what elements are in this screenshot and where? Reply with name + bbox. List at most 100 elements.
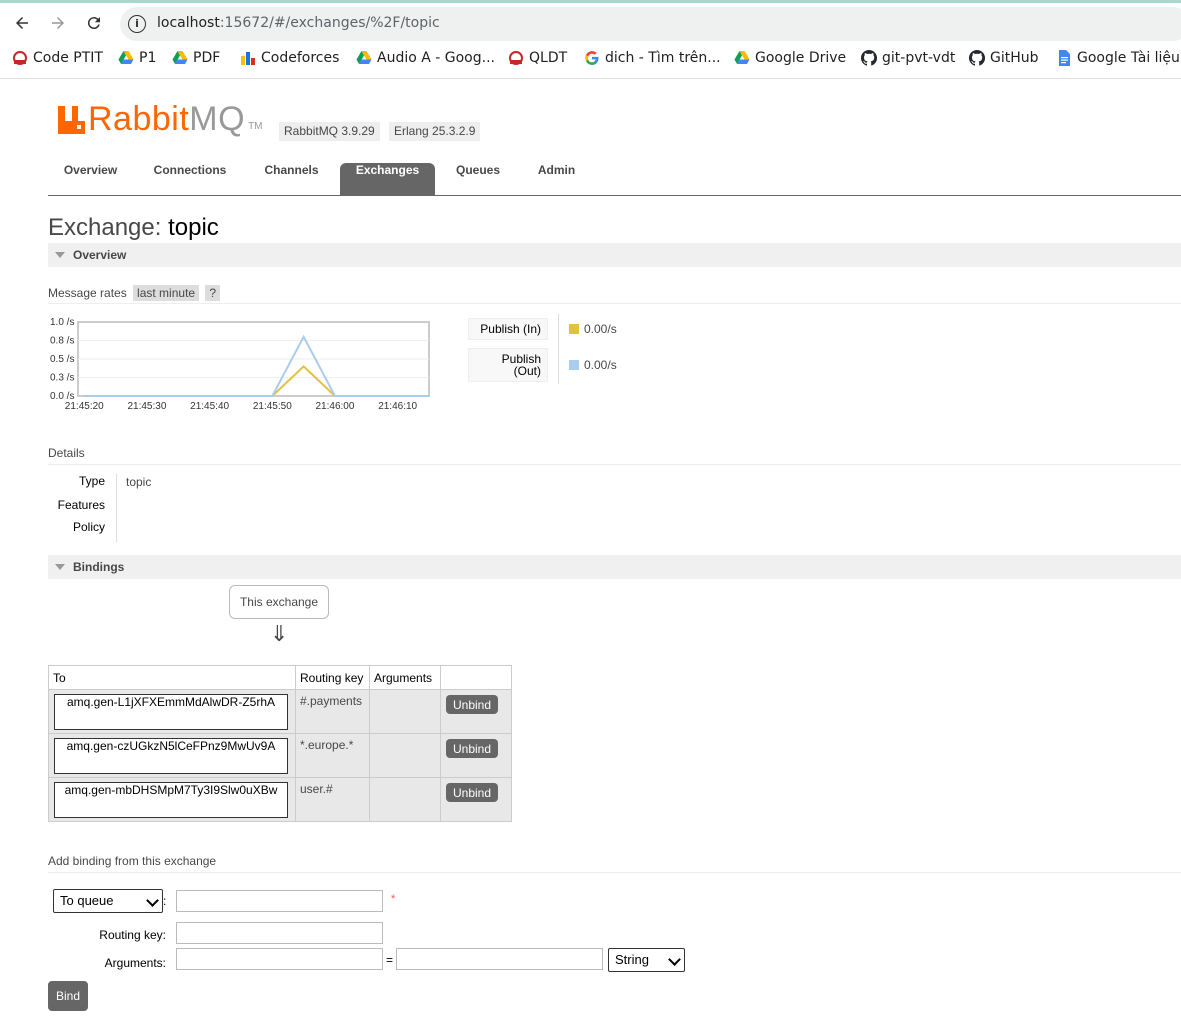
queue-link[interactable]: amq.gen-mbDHSMpM7Ty3I9Slw0uXBw xyxy=(54,782,288,818)
y-tick-label: 0.5 /s xyxy=(50,354,74,365)
bookmark-item[interactable]: dich - Tìm trên... xyxy=(584,50,721,66)
bookmark-item[interactable]: Google Drive xyxy=(734,50,846,66)
message-rates-chart: 1.0 /s 0.8 /s 0.5 /s 0.3 /s 0.0 /s 21:45:20 21… xyxy=(48,314,438,414)
tab-channels[interactable]: Channels xyxy=(248,163,335,194)
table-row: amq.gen-L1jXFXEmmMdAlwDR-Z5rhA #.payment… xyxy=(48,689,512,734)
routing-key-label: Routing key: xyxy=(99,928,166,942)
bookmark-label: PDF xyxy=(193,50,221,66)
rabbitmq-version: RabbitMQ 3.9.29 xyxy=(279,122,380,141)
routing-key: user.# xyxy=(300,782,333,796)
browser-toolbar: i localhost:15672/#/exchanges/%2F/topic xyxy=(0,0,1181,42)
bookmark-item[interactable]: QLDT xyxy=(508,50,567,66)
bookmark-label: Code PTIT xyxy=(33,50,103,66)
bookmark-item[interactable]: Audio A - Goog... xyxy=(356,50,495,66)
range-selector[interactable]: last minute xyxy=(133,285,200,301)
bookmark-label: git-pvt-vdt xyxy=(882,50,956,66)
site-info-icon[interactable]: i xyxy=(128,15,146,33)
bookmark-item[interactable]: Code PTIT xyxy=(12,50,103,66)
policy-label: Policy xyxy=(72,520,105,534)
google-drive-icon xyxy=(356,50,372,66)
collapse-triangle-icon xyxy=(55,252,65,258)
rabbitmq-logo[interactable]: RabbitMQ TM xyxy=(58,102,263,136)
publish-in-rate: 0.00/s xyxy=(569,322,617,336)
x-tick-label: 21:46:00 xyxy=(316,401,355,412)
routing-key: *.europe.* xyxy=(300,738,354,752)
arguments xyxy=(370,690,440,694)
argument-value-input[interactable] xyxy=(396,948,603,970)
queue-link[interactable]: amq.gen-czUGkzN5lCeFPnz9MwUv9A xyxy=(54,738,288,774)
x-tick-label: 21:45:20 xyxy=(65,401,104,412)
col-to: To xyxy=(48,665,296,690)
back-button[interactable] xyxy=(8,9,36,37)
arguments xyxy=(370,734,440,738)
erlang-version: Erlang 25.3.2.9 xyxy=(389,122,481,141)
bookmark-item[interactable]: P1 xyxy=(118,50,156,66)
routing-key-input[interactable] xyxy=(176,922,383,944)
page-title: Exchange: topic xyxy=(48,214,219,241)
details-divider xyxy=(116,474,117,542)
rabbit-logo-icon xyxy=(58,106,85,134)
bookmark-item[interactable]: PDF xyxy=(172,50,220,66)
bookmark-label: Google Drive xyxy=(755,50,847,66)
queue-link[interactable]: amq.gen-L1jXFXEmmMdAlwDR-Z5rhA xyxy=(54,694,288,730)
bookmark-label: dich - Tìm trên... xyxy=(605,50,721,66)
google-drive-icon xyxy=(734,50,750,66)
message-rates-header: Message rates last minute ? xyxy=(48,285,1181,304)
argument-key-input[interactable] xyxy=(176,948,383,970)
table-row: amq.gen-czUGkzN5lCeFPnz9MwUv9A *.europe.… xyxy=(48,733,512,778)
github-icon xyxy=(860,49,878,66)
bookmark-label: P1 xyxy=(139,50,157,66)
url-text[interactable]: localhost:15672/#/exchanges/%2F/topic xyxy=(157,15,440,31)
bookmarks-bar: Code PTIT P1 PDF Codeforces Audio A - Goog..… xyxy=(0,42,1181,79)
destination-input[interactable] xyxy=(176,890,383,912)
arrow-left-icon xyxy=(16,17,28,29)
unbind-button[interactable]: Unbind xyxy=(446,783,498,802)
y-tick-label: 0.8 /s xyxy=(50,336,74,347)
ptit-icon xyxy=(508,50,524,66)
arguments-label: Arguments: xyxy=(104,956,166,970)
tab-queues[interactable]: Queues xyxy=(444,163,512,194)
reload-icon xyxy=(87,17,100,30)
arguments xyxy=(370,778,440,782)
destination-type-select[interactable]: To queue xyxy=(53,889,163,913)
bookmark-label: Audio A - Goog... xyxy=(377,50,495,66)
bookmark-label: QLDT xyxy=(529,50,568,66)
github-icon xyxy=(968,49,986,66)
x-tick-label: 21:45:30 xyxy=(127,401,166,412)
publish-out-swatch xyxy=(569,360,579,370)
forward-button[interactable] xyxy=(44,9,72,37)
publish-out-rate: 0.00/s xyxy=(569,358,617,372)
help-button[interactable]: ? xyxy=(205,285,221,301)
publish-in-legend[interactable]: Publish (In) xyxy=(468,318,548,340)
bookmark-label: Codeforces xyxy=(261,50,340,66)
unbind-button[interactable]: Unbind xyxy=(446,739,498,758)
add-binding-header: Add binding from this exchange xyxy=(48,854,1181,873)
bindings-section-header[interactable]: Bindings xyxy=(48,555,1181,579)
bookmark-item[interactable]: GitHub xyxy=(968,49,1039,66)
tab-connections[interactable]: Connections xyxy=(140,163,240,194)
bookmark-item[interactable]: git-pvt-vdt xyxy=(860,49,956,66)
required-mark: * xyxy=(391,893,396,905)
y-tick-label: 0.3 /s xyxy=(50,373,74,384)
tab-admin[interactable]: Admin xyxy=(523,163,590,194)
details-header: Details xyxy=(48,446,1181,465)
publish-out-legend[interactable]: Publish (Out) xyxy=(468,348,548,382)
tab-exchanges[interactable]: Exchanges xyxy=(340,163,435,195)
overview-section-header[interactable]: Overview xyxy=(48,243,1181,267)
legend-divider xyxy=(558,314,559,384)
google-icon xyxy=(584,50,600,66)
unbind-button[interactable]: Unbind xyxy=(446,695,498,714)
bookmark-item[interactable]: Codeforces xyxy=(240,50,339,66)
this-exchange-box: This exchange xyxy=(229,585,329,619)
type-value: topic xyxy=(126,475,152,489)
bookmark-item[interactable]: Google Tài liệu xyxy=(1056,50,1180,66)
features-label: Features xyxy=(57,498,105,512)
reload-button[interactable] xyxy=(80,9,108,37)
argument-type-select[interactable]: String xyxy=(608,948,685,972)
x-tick-label: 21:46:10 xyxy=(378,401,417,412)
chevron-down-icon xyxy=(668,953,681,966)
colon-label: : xyxy=(163,894,167,908)
codeforces-icon xyxy=(240,50,256,66)
tab-overview[interactable]: Overview xyxy=(48,163,133,194)
bind-button[interactable]: Bind xyxy=(48,981,88,1011)
